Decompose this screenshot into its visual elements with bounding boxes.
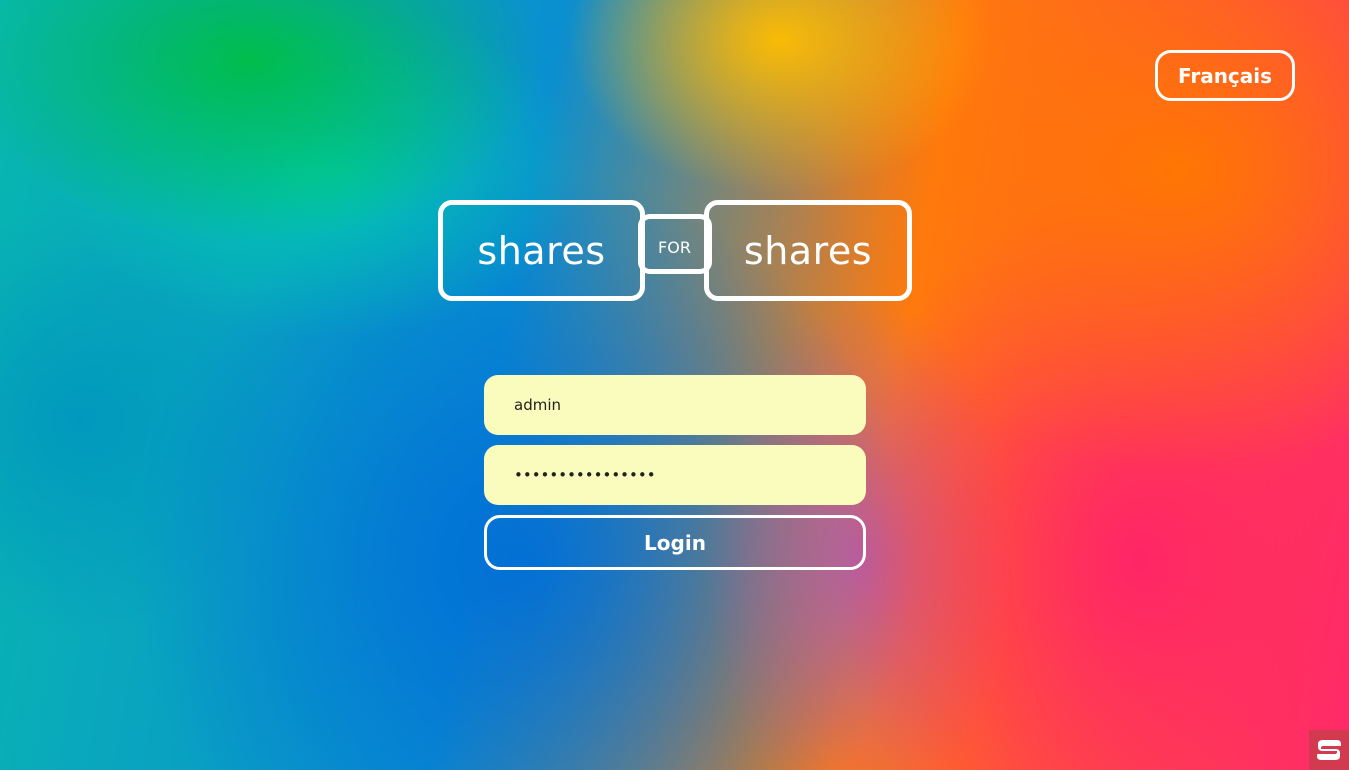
language-toggle-button[interactable]: Français [1155, 50, 1295, 101]
shares-for-shares-logo: shares FOR shares [438, 200, 912, 301]
app-logo-icon[interactable] [1309, 730, 1349, 770]
app-logo-icon-glyph [1317, 740, 1341, 760]
username-field[interactable] [484, 375, 866, 435]
login-button[interactable]: Login [484, 515, 866, 570]
logo-left-word: shares [438, 200, 645, 301]
login-form: Login [484, 375, 866, 570]
password-field[interactable] [484, 445, 866, 505]
logo-right-word: shares [704, 200, 912, 301]
logo-connector-word: FOR [658, 238, 691, 257]
